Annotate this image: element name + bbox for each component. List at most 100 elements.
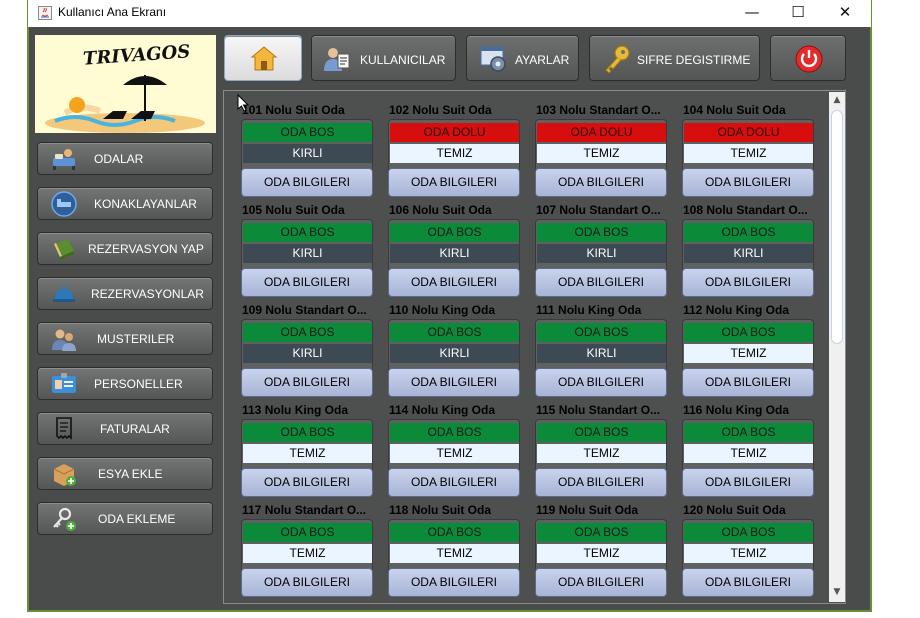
room-name: 108 Nolu Standart O... <box>683 203 808 217</box>
receipt-icon <box>56 417 72 440</box>
room-occupancy-status: ODA BOS <box>684 523 813 542</box>
room-occupancy-status: ODA BOS <box>243 423 372 442</box>
room-info-button[interactable]: ODA BILGILERI <box>241 468 373 497</box>
sidebar-item-personeller[interactable]: PERSONELLER <box>37 367 213 400</box>
home-button[interactable] <box>224 35 302 81</box>
room-info-button[interactable]: ODA BILGILERI <box>535 268 667 297</box>
room-cleaning-status: KIRLI <box>243 344 372 363</box>
change-password-button[interactable]: SIFRE DEGISTIRME <box>589 35 760 81</box>
room-info-button[interactable]: ODA BILGILERI <box>535 168 667 197</box>
sidebar-item-label: REZERVASYONLAR <box>91 287 204 301</box>
room-occupancy-status: ODA BOS <box>684 323 813 342</box>
key-add-icon <box>53 507 76 531</box>
book-icon <box>54 239 74 260</box>
room-info-button[interactable]: ODA BILGILERI <box>535 568 667 597</box>
sidebar-item-label: PERSONELLER <box>94 377 183 391</box>
room-cleaning-status: KIRLI <box>390 344 519 363</box>
scrollbar-thumb[interactable] <box>831 110 843 344</box>
sidebar-item-label: MUSTERILER <box>97 332 175 346</box>
sidebar-item-musteriler[interactable]: MUSTERILER <box>37 322 213 355</box>
room-cleaning-status: KIRLI <box>537 244 666 263</box>
room-cleaning-status: TEMIZ <box>390 144 519 163</box>
id-card-icon <box>52 373 76 393</box>
settings-window-icon <box>480 46 506 72</box>
room-occupancy-status: ODA BOS <box>243 123 372 142</box>
sidebar-item-rezervasyonlar[interactable]: REZERVASYONLAR <box>37 277 213 310</box>
room-occupancy-status: ODA DOLU <box>684 123 813 142</box>
main-panel: TRIVAGOS ODALAR KONAKLAYANLAR REZERVASYO… <box>28 27 871 611</box>
room-cleaning-status: TEMIZ <box>537 444 666 463</box>
room-cleaning-status: TEMIZ <box>537 144 666 163</box>
trivagos-logo: TRIVAGOS <box>35 35 216 133</box>
app-window: Kullanıcı Ana Ekranı — ☐ ✕ TRIVAGOS ODAL… <box>28 0 871 611</box>
sidebar-item-konaklayanlar[interactable]: KONAKLAYANLAR <box>37 187 213 220</box>
room-name: 105 Nolu Suit Oda <box>242 203 345 217</box>
close-button[interactable]: ✕ <box>822 0 868 27</box>
room-occupancy-status: ODA BOS <box>537 523 666 542</box>
room-name: 115 Nolu Standart O... <box>536 403 661 417</box>
room-cleaning-status: TEMIZ <box>684 444 813 463</box>
power-button[interactable] <box>770 35 846 81</box>
room-info-button[interactable]: ODA BILGILERI <box>241 368 373 397</box>
power-icon <box>795 45 823 73</box>
room-info-button[interactable]: ODA BILGILERI <box>388 168 520 197</box>
room-info-button[interactable]: ODA BILGILERI <box>682 368 814 397</box>
room-cleaning-status: TEMIZ <box>243 544 372 563</box>
java-app-icon <box>38 6 52 20</box>
room-name: 103 Nolu Standart O... <box>536 103 661 117</box>
room-info-button[interactable]: ODA BILGILERI <box>535 468 667 497</box>
scroll-up-arrow-icon[interactable]: ▲ <box>832 95 842 105</box>
bell-icon <box>53 286 75 302</box>
settings-button-label: AYARLAR <box>515 53 570 67</box>
room-occupancy-status: ODA BOS <box>684 223 813 242</box>
room-cleaning-status: KIRLI <box>537 344 666 363</box>
settings-button[interactable]: AYARLAR <box>466 35 579 81</box>
room-info-button[interactable]: ODA BILGILERI <box>682 468 814 497</box>
room-info-button[interactable]: ODA BILGILERI <box>682 568 814 597</box>
room-name: 102 Nolu Suit Oda <box>389 103 492 117</box>
room-occupancy-status: ODA DOLU <box>537 123 666 142</box>
room-info-button[interactable]: ODA BILGILERI <box>388 268 520 297</box>
room-info-button[interactable]: ODA BILGILERI <box>682 268 814 297</box>
room-occupancy-status: ODA BOS <box>684 423 813 442</box>
minimize-button[interactable]: — <box>729 0 775 27</box>
room-info-button[interactable]: ODA BILGILERI <box>241 568 373 597</box>
bed-circle-icon <box>51 191 77 217</box>
room-name: 120 Nolu Suit Oda <box>683 503 786 517</box>
room-name: 116 Nolu King Oda <box>683 403 790 417</box>
room-info-button[interactable]: ODA BILGILERI <box>682 168 814 197</box>
scroll-down-arrow-icon[interactable]: ▼ <box>832 587 842 597</box>
room-name: 113 Nolu King Oda <box>242 403 349 417</box>
room-info-button[interactable]: ODA BILGILERI <box>388 568 520 597</box>
room-info-button[interactable]: ODA BILGILERI <box>388 468 520 497</box>
room-occupancy-status: ODA BOS <box>243 223 372 242</box>
sidebar-item-esya-ekle[interactable]: ESYA EKLE <box>37 457 213 490</box>
room-info-button[interactable]: ODA BILGILERI <box>388 368 520 397</box>
sidebar-item-odalar[interactable]: ODALAR <box>37 142 213 175</box>
room-info-button[interactable]: ODA BILGILERI <box>241 268 373 297</box>
room-name: 110 Nolu King Oda <box>389 303 496 317</box>
mouse-cursor-icon <box>237 94 249 112</box>
room-occupancy-status: ODA BOS <box>243 523 372 542</box>
room-grid: 101 Nolu Suit Oda ODA BOS KIRLI ODA BILGILE… <box>223 90 846 604</box>
room-grid-scrollbar[interactable]: ▲ ▼ <box>829 92 845 602</box>
room-name: 114 Nolu King Oda <box>389 403 496 417</box>
room-name: 101 Nolu Suit Oda <box>242 103 345 117</box>
sidebar-item-rezervasyon-yap[interactable]: REZERVASYON YAP <box>37 232 213 265</box>
room-cleaning-status: TEMIZ <box>390 544 519 563</box>
room-occupancy-status: ODA BOS <box>390 223 519 242</box>
bed-icon <box>53 149 75 170</box>
room-info-button[interactable]: ODA BILGILERI <box>241 168 373 197</box>
users-icon <box>52 329 76 351</box>
sidebar-item-faturalar[interactable]: FATURALAR <box>37 412 213 445</box>
room-info-button[interactable]: ODA BILGILERI <box>535 368 667 397</box>
sidebar-item-label: KONAKLAYANLAR <box>94 197 197 211</box>
room-cleaning-status: KIRLI <box>684 244 813 263</box>
room-name: 119 Nolu Suit Oda <box>536 503 639 517</box>
maximize-button[interactable]: ☐ <box>775 0 821 27</box>
sidebar-item-oda-ekleme[interactable]: ODA EKLEME <box>37 502 213 535</box>
users-button[interactable]: KULLANICILAR <box>311 35 456 81</box>
room-cleaning-status: KIRLI <box>390 244 519 263</box>
room-name: 111 Nolu King Oda <box>536 303 642 317</box>
room-name: 112 Nolu King Oda <box>683 303 790 317</box>
